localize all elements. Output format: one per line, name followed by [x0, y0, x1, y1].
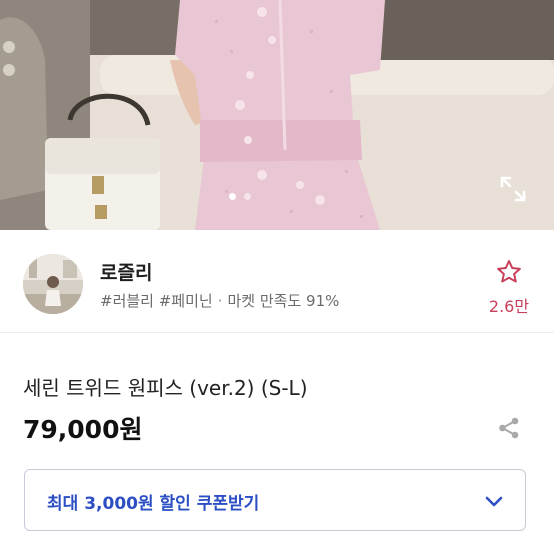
seller-info: 로즐리 #러블리 #페미닌 · 마켓 만족도 91% 2.6만	[0, 230, 554, 333]
product-price: 79,000원	[23, 415, 143, 444]
product-detail-page: 로즐리 #러블리 #페미닌 · 마켓 만족도 91% 2.6만 세린 트위드 원피스…	[0, 0, 554, 554]
share-icon[interactable]	[496, 415, 522, 441]
chevron-down-icon	[485, 496, 503, 507]
meta-separator: ·	[217, 292, 223, 310]
seller-name[interactable]: 로즐리	[100, 258, 152, 285]
seller-avatar[interactable]	[23, 254, 83, 314]
coupon-download-button[interactable]: 최대 3,000원 할인 쿠폰받기	[24, 469, 526, 531]
product-title: 세린 트위드 원피스 (ver.2) (S-L)	[23, 376, 308, 400]
market-satisfaction: 마켓 만족도 91%	[227, 292, 340, 310]
product-image-carousel[interactable]	[0, 0, 554, 230]
seller-tags: #러블리 #페미닌	[100, 292, 213, 310]
carousel-pager	[229, 193, 251, 200]
expand-arrows-icon[interactable]	[496, 172, 530, 206]
favorite-count: 2.6만	[488, 297, 530, 316]
star-outline-icon	[497, 260, 521, 283]
favorite-button[interactable]: 2.6만	[478, 258, 540, 317]
carousel-dot[interactable]	[244, 193, 251, 200]
seller-meta: #러블리 #페미닌 · 마켓 만족도 91%	[100, 290, 339, 311]
coupon-label: 최대 3,000원 할인 쿠폰받기	[47, 494, 260, 514]
carousel-dot-active[interactable]	[229, 193, 236, 200]
product-photo	[0, 0, 554, 230]
